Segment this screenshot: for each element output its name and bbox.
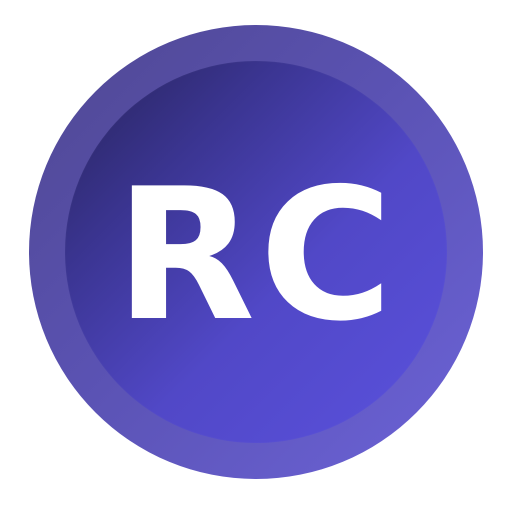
icon-monogram-text: RC [115,149,397,361]
icon-canvas: RC [0,0,512,512]
rc-app-icon: RC [29,25,483,479]
icon-inner-disc: RC [65,61,447,443]
